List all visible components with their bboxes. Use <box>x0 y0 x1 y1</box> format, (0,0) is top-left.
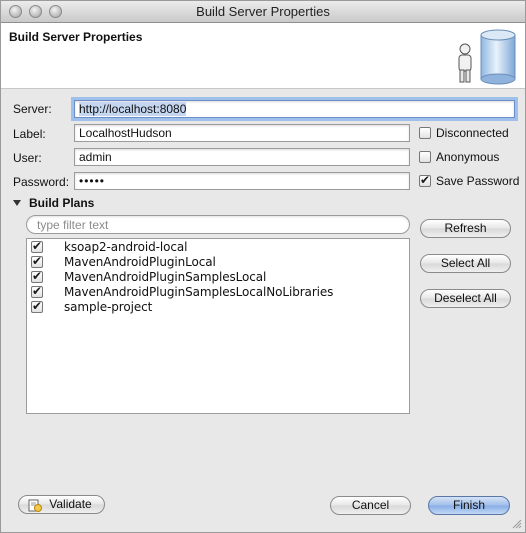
server-field[interactable]: http://localhost:8080 <box>71 97 518 121</box>
refresh-button[interactable]: Refresh <box>420 219 511 238</box>
anonymous-label: Anonymous <box>436 150 500 164</box>
list-item[interactable]: ksoap2-android-local <box>27 239 409 255</box>
label-label: Label: <box>13 127 46 141</box>
list-item[interactable]: MavenAndroidPluginSamplesLocal <box>27 269 409 285</box>
user-label: User: <box>13 151 42 165</box>
disconnected-label: Disconnected <box>436 126 509 140</box>
password-label: Password: <box>13 175 70 189</box>
finish-button[interactable]: Finish <box>428 496 510 515</box>
resize-grip-icon[interactable] <box>512 519 522 529</box>
plan-name: sample-project <box>64 300 153 314</box>
build-plans-list: ksoap2-android-local MavenAndroidPluginL… <box>26 238 410 414</box>
list-item[interactable]: MavenAndroidPluginSamplesLocalNoLibrarie… <box>27 284 409 300</box>
header-title: Build Server Properties <box>9 30 143 44</box>
user-field[interactable]: admin <box>74 148 410 166</box>
plan-name: ksoap2-android-local <box>64 240 188 254</box>
password-field[interactable]: ••••• <box>74 172 410 190</box>
plan-checkbox[interactable] <box>31 254 43 268</box>
list-item[interactable]: MavenAndroidPluginLocal <box>27 254 409 270</box>
plan-checkbox[interactable] <box>31 269 43 283</box>
plan-name: MavenAndroidPluginSamplesLocal <box>64 270 267 284</box>
plan-name: MavenAndroidPluginSamplesLocalNoLibrarie… <box>64 285 334 299</box>
list-item[interactable]: sample-project <box>27 299 409 315</box>
validate-label: Validate <box>49 497 92 511</box>
validate-icon <box>28 499 42 512</box>
save-password-checkbox[interactable] <box>419 173 431 187</box>
build-plans-section-toggle[interactable]: Build Plans <box>13 196 94 210</box>
title-bar: Build Server Properties <box>1 1 525 23</box>
deselect-all-button[interactable]: Deselect All <box>420 289 511 308</box>
filter-input[interactable]: type filter text <box>26 215 410 234</box>
save-password-label: Save Password <box>436 174 520 188</box>
disconnected-checkbox[interactable] <box>419 127 431 139</box>
build-plans-title: Build Plans <box>29 196 95 210</box>
select-all-button[interactable]: Select All <box>420 254 511 273</box>
server-user-icon <box>458 29 516 85</box>
dialog-window: Build Server Properties Build Server Pro… <box>0 0 526 533</box>
plan-checkbox[interactable] <box>31 284 43 298</box>
server-value: http://localhost:8080 <box>79 102 187 116</box>
cancel-button[interactable]: Cancel <box>330 496 411 515</box>
server-label: Server: <box>13 102 52 116</box>
disclosure-triangle-icon <box>13 200 21 206</box>
anonymous-checkbox[interactable] <box>419 151 431 163</box>
label-field[interactable]: LocalhostHudson <box>74 124 410 142</box>
plan-name: MavenAndroidPluginLocal <box>64 255 216 269</box>
validate-button[interactable]: Validate <box>18 495 105 514</box>
plan-checkbox[interactable] <box>31 239 43 253</box>
dialog-header: Build Server Properties <box>1 23 525 89</box>
plan-checkbox[interactable] <box>31 299 43 313</box>
window-title: Build Server Properties <box>196 4 330 19</box>
